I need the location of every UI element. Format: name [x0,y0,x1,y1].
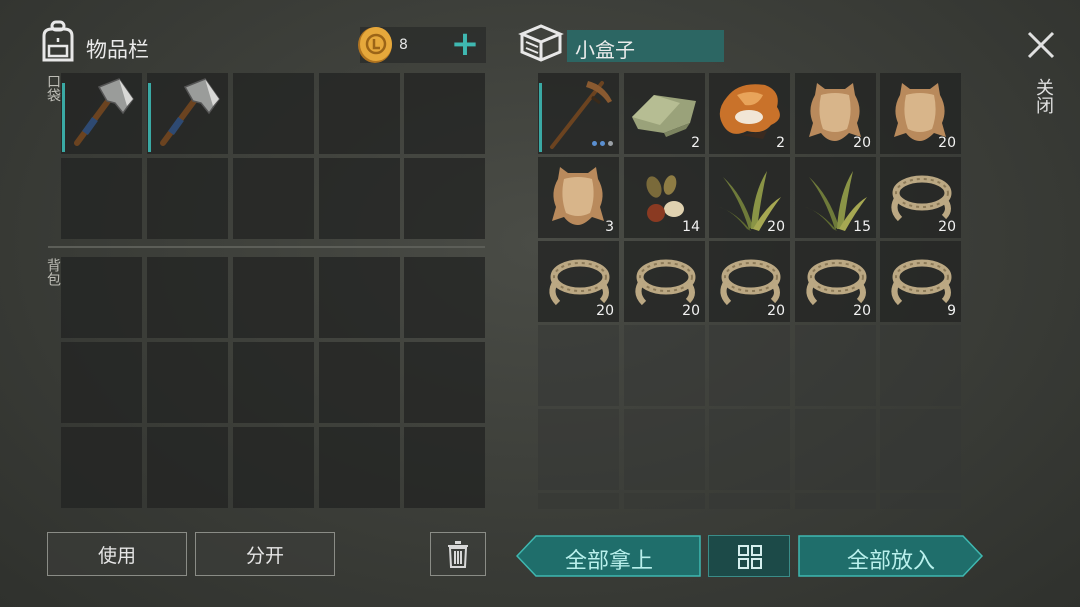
take-all-button[interactable]: 全部拿上 [516,535,702,577]
pocket-slot[interactable] [147,73,228,154]
backpack-icon [38,20,78,64]
container-slot[interactable] [624,409,705,490]
put-all-button[interactable]: 全部放入 [798,535,984,577]
item-count: 20 [767,303,785,319]
pocket-slot[interactable] [404,73,485,154]
durability-dots [592,141,613,146]
backpack-slot[interactable] [404,342,485,423]
pocket-slot[interactable] [404,158,485,239]
item-count: 3 [605,219,614,235]
split-button[interactable]: 分开 [195,532,335,576]
container-slot[interactable] [709,493,790,509]
close-label: 关闭 [1033,78,1054,114]
item-count: 2 [776,135,785,151]
item-count: 2 [691,135,700,151]
container-slot[interactable] [880,493,961,509]
pocket-label: 口袋 [45,74,61,102]
hatchet-icon [147,73,228,154]
item-count: 15 [853,219,871,235]
backpack-slot[interactable] [147,427,228,508]
pocket-slot[interactable] [61,158,142,239]
item-count: 20 [767,219,785,235]
hatchet-icon [61,73,142,154]
pocket-slot[interactable] [233,158,314,239]
backpack-slot[interactable] [233,257,314,338]
container-slot[interactable]: 2 [624,73,705,154]
item-count: 20 [853,303,871,319]
coin-amount: 8 [399,37,408,53]
container-slot[interactable] [624,325,705,406]
container-slot[interactable]: 20 [624,241,705,322]
container-slot[interactable] [795,325,876,406]
pocket-slot[interactable] [233,73,314,154]
backpack-slot[interactable] [319,257,400,338]
container-slot[interactable]: 20 [709,157,790,238]
item-count: 20 [938,219,956,235]
container-slot[interactable] [538,325,619,406]
pocket-slot[interactable] [319,73,400,154]
container-slot[interactable]: 20 [538,241,619,322]
backpack-slot[interactable] [233,427,314,508]
section-divider [48,246,485,248]
container-slot[interactable] [795,493,876,509]
backpack-slot[interactable] [61,257,142,338]
container-slot[interactable] [538,73,619,154]
pocket-slot[interactable] [147,158,228,239]
sort-button[interactable] [708,535,790,577]
backpack-slot[interactable] [61,342,142,423]
backpack-slot[interactable] [147,342,228,423]
container-slot[interactable] [538,409,619,490]
backpack-slot[interactable] [61,427,142,508]
equipped-indicator [539,83,542,152]
coin-icon [356,24,396,64]
container-slot[interactable]: 3 [538,157,619,238]
container-slot[interactable]: 9 [880,241,961,322]
pocket-slot[interactable] [319,158,400,239]
item-count: 20 [596,303,614,319]
container-slot[interactable]: 20 [880,157,961,238]
container-slot[interactable]: 2 [709,73,790,154]
item-count: 20 [938,135,956,151]
container-slot[interactable] [709,409,790,490]
item-count: 20 [853,135,871,151]
container-slot[interactable] [624,493,705,509]
backpack-slot[interactable] [404,427,485,508]
backpack-slot[interactable] [319,427,400,508]
trash-button[interactable] [430,532,486,576]
container-slot[interactable]: 20 [709,241,790,322]
equipped-indicator [148,83,151,152]
container-slot[interactable] [880,409,961,490]
container-slot[interactable]: 20 [795,241,876,322]
equipped-indicator [62,83,65,152]
container-slot[interactable]: 20 [795,73,876,154]
close-button[interactable]: 关闭 [1018,26,1064,126]
trash-icon [448,541,468,568]
add-coins-button[interactable]: + [450,24,480,64]
item-count: 20 [682,303,700,319]
container-slot[interactable]: 14 [624,157,705,238]
item-count: 14 [682,219,700,235]
backpack-slot[interactable] [404,257,485,338]
inventory-title: 物品栏 [86,38,149,62]
item-count: 9 [947,303,956,319]
backpack-slot[interactable] [233,342,314,423]
container-title-field[interactable]: 小盒子 [567,30,724,62]
container-slot[interactable] [538,493,619,509]
use-button[interactable]: 使用 [47,532,187,576]
container-slot[interactable] [795,409,876,490]
container-slot[interactable] [709,325,790,406]
pocket-slot[interactable] [61,73,142,154]
backpack-slot[interactable] [319,342,400,423]
container-title: 小盒子 [575,38,635,62]
backpack-label: 背包 [45,258,61,286]
close-icon [1027,31,1055,59]
container-slot[interactable]: 20 [880,73,961,154]
grid-sort-icon [738,545,762,569]
container-slot[interactable] [880,325,961,406]
put-all-label: 全部放入 [846,549,935,574]
container-slot[interactable]: 15 [795,157,876,238]
backpack-slot[interactable] [147,257,228,338]
take-all-label: 全部拿上 [564,549,653,574]
box-icon [518,22,564,64]
